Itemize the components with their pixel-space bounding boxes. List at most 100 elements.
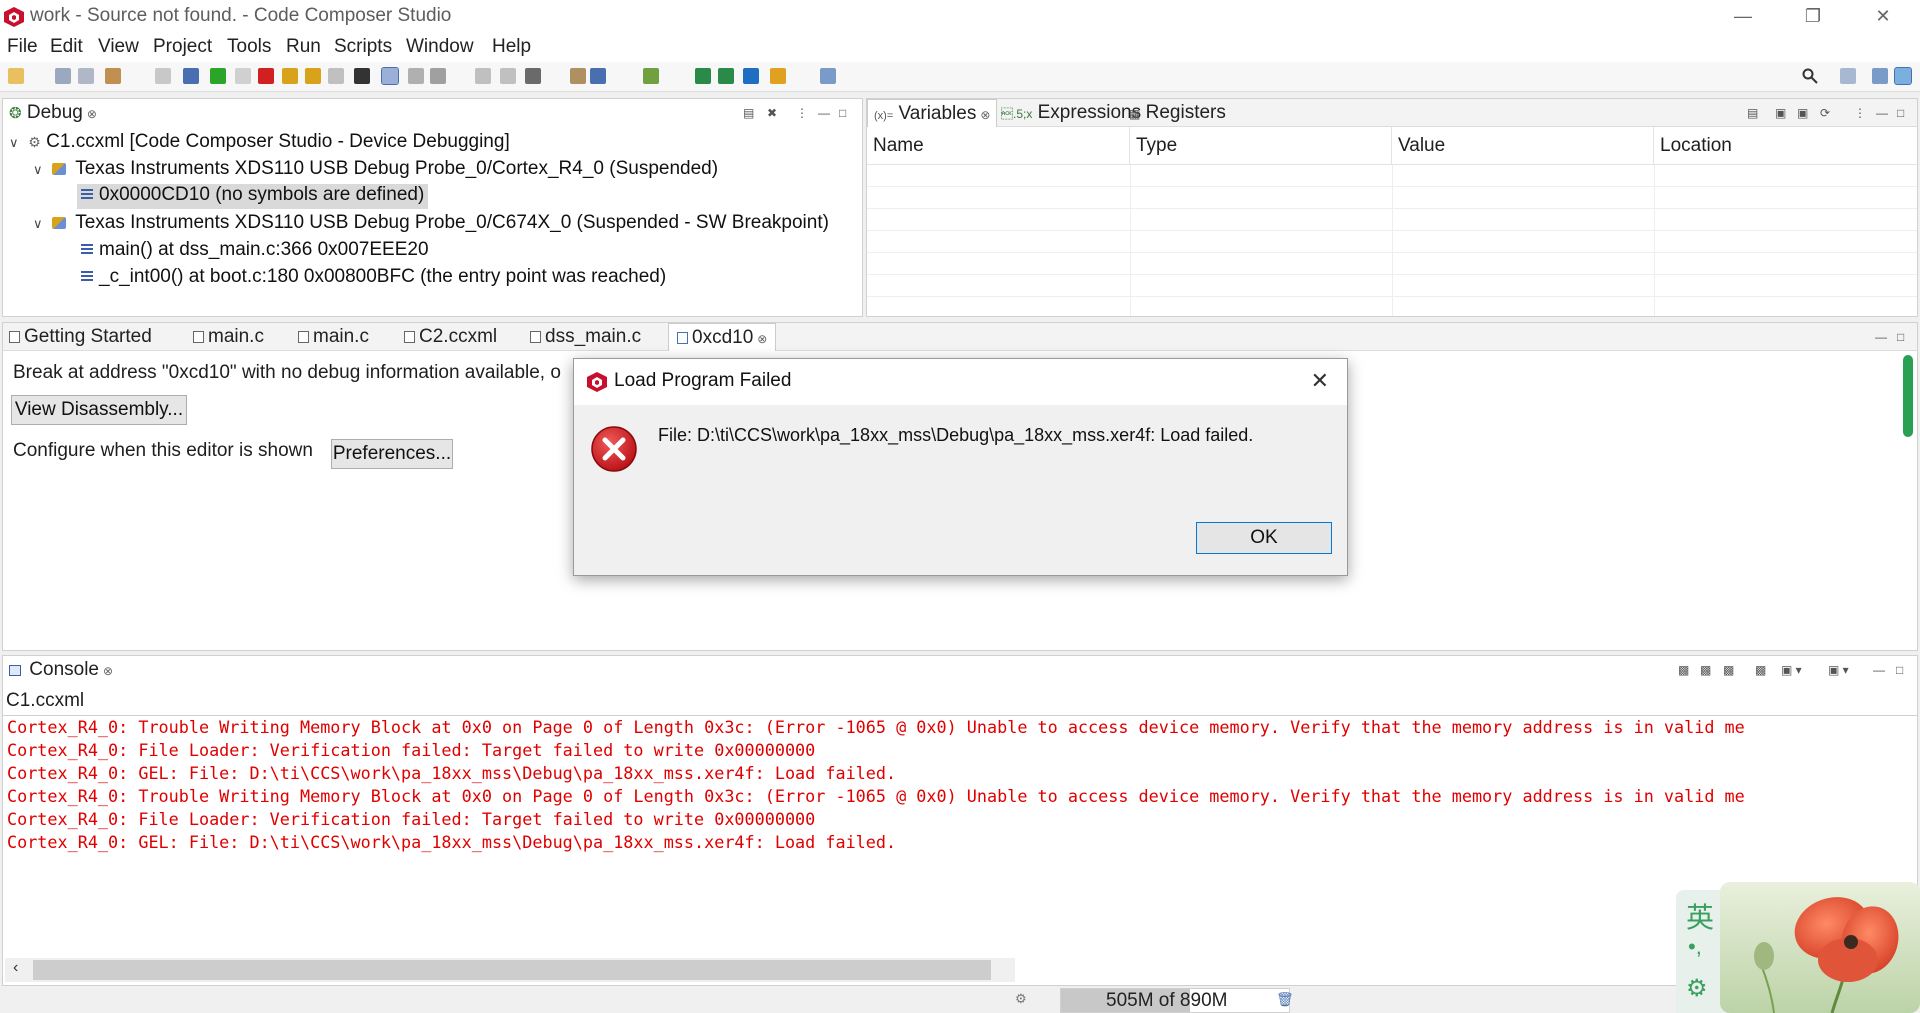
expanded-twisty-icon[interactable]: ∨ bbox=[33, 162, 47, 178]
tab-getting-started[interactable]: Getting Started bbox=[9, 323, 152, 351]
close-icon[interactable]: ⊗ bbox=[980, 108, 990, 122]
tab-0xcd10[interactable]: 0xcd10 ⊗ bbox=[668, 323, 777, 351]
tree-item-cortex[interactable]: ∨ Texas Instruments XDS110 USB Debug Pro… bbox=[33, 158, 718, 180]
tab-expressions[interactable]: .5;x Expressions bbox=[1001, 99, 1141, 127]
tab-variables[interactable]: (x)= Variables ⊗ bbox=[867, 99, 998, 127]
perspective-edit-icon[interactable] bbox=[1840, 68, 1856, 84]
tab-registers[interactable]: ▦ Registers bbox=[1129, 99, 1226, 127]
perspective-ccs-icon[interactable] bbox=[1872, 68, 1888, 84]
close-button[interactable]: ✕ bbox=[1860, 2, 1906, 30]
pin-icon[interactable] bbox=[770, 68, 786, 84]
ok-button[interactable]: OK bbox=[1196, 522, 1332, 554]
garbage-collect-icon[interactable]: 🗑 bbox=[1276, 991, 1294, 1008]
menu-tools[interactable]: Tools bbox=[227, 36, 271, 58]
suspend-icon[interactable] bbox=[235, 68, 251, 84]
open-perspective-icon[interactable] bbox=[820, 68, 836, 84]
display-console-icon[interactable]: ▣ ▾ bbox=[1781, 663, 1802, 677]
minimize-view-icon[interactable]: — bbox=[818, 106, 830, 120]
preferences-button[interactable]: Preferences... bbox=[331, 439, 453, 469]
expanded-twisty-icon[interactable]: ∨ bbox=[9, 135, 23, 151]
menu-window[interactable]: Window bbox=[406, 36, 474, 58]
save-icon[interactable] bbox=[55, 68, 71, 84]
ime-punct[interactable]: •, bbox=[1688, 934, 1702, 960]
heap-status[interactable]: 505M of 890M bbox=[1060, 988, 1290, 1013]
column-header-type[interactable]: Type bbox=[1130, 127, 1392, 165]
terminate-icon[interactable] bbox=[258, 68, 274, 84]
search-icon[interactable] bbox=[1802, 68, 1818, 84]
new-icon[interactable] bbox=[8, 68, 24, 84]
step-into-icon[interactable] bbox=[282, 68, 298, 84]
menu-help[interactable]: Help bbox=[492, 36, 531, 58]
build-icon[interactable] bbox=[105, 68, 121, 84]
clear-console-icon[interactable]: ▩ bbox=[1678, 663, 1689, 677]
tree-item-frame[interactable]: main() at dss_main.c:366 0x007EEE20 bbox=[81, 239, 429, 261]
maximize-view-icon[interactable]: □ bbox=[1897, 106, 1904, 120]
connect-icon[interactable] bbox=[381, 67, 399, 85]
save-all-icon[interactable] bbox=[78, 68, 94, 84]
tree-item-c674x[interactable]: ∨ Texas Instruments XDS110 USB Debug Pro… bbox=[33, 212, 829, 234]
remove-terminated-icon[interactable]: ✖ bbox=[767, 106, 777, 120]
horizontal-scrollbar[interactable]: ‹ bbox=[5, 958, 1015, 982]
tab-main-c-2[interactable]: main.c bbox=[298, 323, 369, 351]
close-icon[interactable]: ⊗ bbox=[757, 332, 767, 346]
tab-main-c[interactable]: main.c bbox=[193, 323, 264, 351]
perspective-debug-icon[interactable] bbox=[1894, 67, 1912, 85]
scroll-lock-icon[interactable]: ▩ bbox=[1700, 663, 1711, 677]
step-asm-over-icon[interactable] bbox=[718, 68, 734, 84]
memory-icon[interactable] bbox=[354, 68, 370, 84]
horizontal-scrollbar-thumb[interactable] bbox=[33, 960, 991, 980]
tree-item-frame-selected[interactable]: 0x0000CD10 (no symbols are defined) bbox=[77, 184, 429, 209]
maximize-view-icon[interactable]: □ bbox=[1896, 663, 1903, 677]
minimize-button[interactable]: — bbox=[1720, 2, 1766, 30]
vertical-scrollbar-thumb[interactable] bbox=[1903, 355, 1913, 437]
step-asm-into-icon[interactable] bbox=[695, 68, 711, 84]
tab-dss-main-c[interactable]: dss_main.c bbox=[530, 323, 641, 351]
menu-file[interactable]: File bbox=[7, 36, 38, 58]
column-header-value[interactable]: Value bbox=[1392, 127, 1654, 165]
reset-icon[interactable] bbox=[475, 68, 491, 84]
tab-c2-ccxml[interactable]: C2.ccxml bbox=[404, 323, 497, 351]
debug-icon[interactable] bbox=[183, 68, 199, 84]
select-all-icon[interactable]: ▣ bbox=[1797, 106, 1808, 120]
dialog-close-icon[interactable]: ✕ bbox=[1311, 368, 1329, 394]
target-icon[interactable] bbox=[430, 68, 446, 84]
tab-debug[interactable]: ❂ Debug ⊗ bbox=[9, 99, 97, 127]
view-menu-icon[interactable]: ⋮ bbox=[1854, 106, 1866, 120]
clipboard-icon[interactable] bbox=[155, 68, 171, 84]
minimize-view-icon[interactable]: — bbox=[1875, 330, 1887, 344]
column-header-name[interactable]: Name bbox=[867, 127, 1130, 165]
minimize-view-icon[interactable]: — bbox=[1876, 106, 1888, 120]
scroll-left-icon[interactable]: ‹ bbox=[13, 959, 18, 977]
ime-settings-icon[interactable]: ⚙ bbox=[1686, 974, 1708, 1003]
menu-scripts[interactable]: Scripts bbox=[334, 36, 392, 58]
search-debug-icon[interactable] bbox=[743, 68, 759, 84]
step-over-icon[interactable] bbox=[305, 68, 321, 84]
open-console-icon[interactable]: ▣ ▾ bbox=[1828, 663, 1849, 677]
breakpoint-icon[interactable] bbox=[525, 68, 541, 84]
tree-item-frame[interactable]: _c_int00() at boot.c:180 0x00800BFC (the… bbox=[81, 266, 666, 288]
column-header-location[interactable]: Location bbox=[1654, 127, 1919, 165]
run-to-line-icon[interactable] bbox=[570, 68, 586, 84]
restart-icon[interactable] bbox=[500, 68, 516, 84]
ime-widget[interactable]: 英 •, ⚙ bbox=[1676, 882, 1920, 1013]
expanded-twisty-icon[interactable]: ∨ bbox=[33, 216, 47, 232]
assembly-step-icon[interactable] bbox=[590, 68, 606, 84]
link-icon[interactable] bbox=[408, 68, 424, 84]
status-config-icon[interactable]: ⚙ bbox=[1015, 991, 1027, 1007]
view-disassembly-button[interactable]: View Disassembly... bbox=[11, 395, 187, 425]
tree-item-ccxml[interactable]: ∨ ⚙ C1.ccxml [Code Composer Studio - Dev… bbox=[9, 131, 510, 153]
menu-run[interactable]: Run bbox=[286, 36, 321, 58]
bug-icon[interactable] bbox=[643, 68, 659, 84]
maximize-view-icon[interactable]: □ bbox=[1897, 330, 1904, 344]
ime-mode-char[interactable]: 英 bbox=[1686, 896, 1714, 936]
tab-console[interactable]: Console ⊗ bbox=[9, 656, 113, 684]
resume-icon[interactable] bbox=[210, 68, 226, 84]
word-wrap-icon[interactable]: ▩ bbox=[1723, 663, 1734, 677]
close-icon[interactable]: ⊗ bbox=[87, 107, 97, 121]
menu-view[interactable]: View bbox=[98, 36, 139, 58]
collapse-all-icon[interactable]: ▤ bbox=[1747, 106, 1758, 120]
view-menu-icon[interactable]: ⋮ bbox=[796, 106, 808, 120]
step-return-icon[interactable] bbox=[328, 68, 344, 84]
new-expression-icon[interactable]: ▣ bbox=[1775, 106, 1786, 120]
close-icon[interactable]: ⊗ bbox=[103, 664, 113, 678]
